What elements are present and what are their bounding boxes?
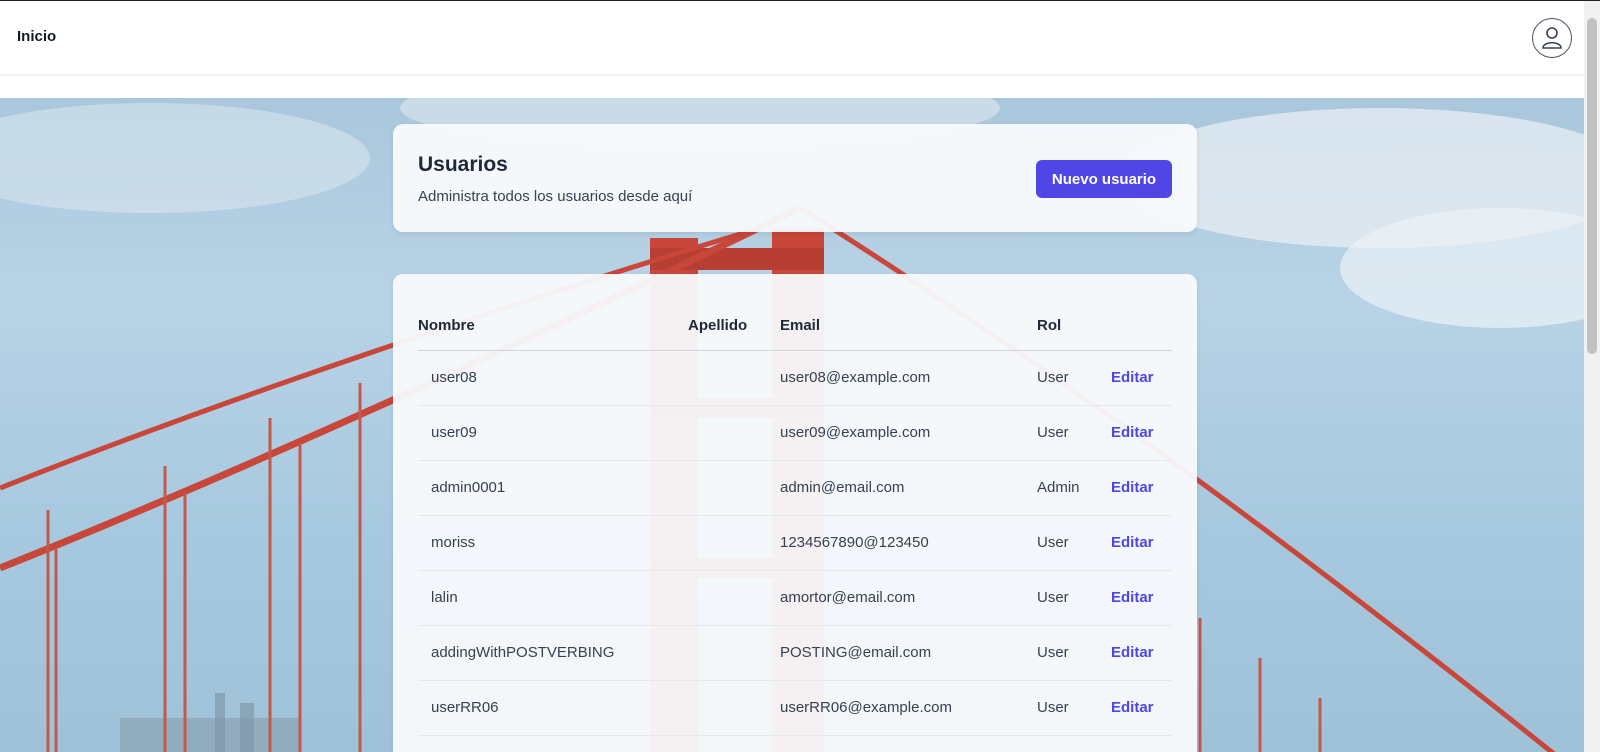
cell-name: user08 — [418, 350, 688, 406]
cell-lastname — [688, 515, 780, 571]
cell-lastname — [688, 570, 780, 626]
cell-action: Editar — [1111, 570, 1172, 626]
cell-email: POSTING@email.com — [780, 625, 1037, 681]
cell-lastname — [688, 625, 780, 681]
cell-lastname — [688, 405, 780, 461]
edit-link[interactable]: Editar — [1111, 589, 1154, 606]
cell-email: amortor@email.com — [780, 570, 1037, 626]
cell-role: User — [1037, 515, 1111, 571]
cell-email: userRR06@example.com — [780, 680, 1037, 736]
page-subtitle: Administra todos los usuarios desde aquí — [418, 188, 693, 205]
table-row: lalin amortor@email.com User Editar — [418, 570, 1172, 626]
cell-role: User — [1037, 625, 1111, 681]
cell-lastname — [688, 460, 780, 516]
cell-action: Editar — [1111, 350, 1172, 406]
cell-email: user09@example.com — [780, 405, 1037, 461]
cell-role: User — [1037, 680, 1111, 736]
table-row: addingWithPOSTVERBING POSTING@email.com … — [418, 625, 1172, 681]
column-header-role: Rol — [1037, 296, 1111, 351]
profile-button[interactable] — [1532, 18, 1572, 58]
cell-lastname — [688, 680, 780, 736]
edit-link[interactable]: Editar — [1111, 534, 1154, 551]
cell-email: 1234567890@123450 — [780, 515, 1037, 571]
table-row: admin0001 admin@email.com Admin Editar — [418, 460, 1172, 516]
cell-name: userRR06 — [418, 680, 688, 736]
column-header-lastname: Apellido — [688, 296, 780, 351]
cell-action: Editar — [1111, 680, 1172, 736]
edit-link[interactable]: Editar — [1111, 479, 1154, 496]
cell-role: Admin — [1037, 460, 1111, 516]
cell-lastname — [688, 350, 780, 406]
cell-action: Editar — [1111, 460, 1172, 516]
edit-link[interactable]: Editar — [1111, 369, 1154, 386]
table-row: moriss 1234567890@123450 User Editar — [418, 515, 1172, 571]
cell-role: User — [1037, 570, 1111, 626]
edit-link[interactable]: Editar — [1111, 699, 1154, 716]
cell-name: moriss — [418, 515, 688, 571]
users-table-card: Nombre Apellido Email Rol user08 user08@… — [393, 274, 1197, 752]
edit-link[interactable]: Editar — [1111, 644, 1154, 661]
cell-action: Editar — [1111, 515, 1172, 571]
edit-link[interactable]: Editar — [1111, 424, 1154, 441]
cell-name: user09 — [418, 405, 688, 461]
scrollbar-thumb[interactable] — [1587, 18, 1597, 354]
user-icon — [1542, 27, 1562, 49]
table-row: user08 user08@example.com User Editar — [418, 350, 1172, 406]
cell-name: addingWithPOSTVERBING — [418, 625, 688, 681]
table-row: userRR06 userRR06@example.com User Edita… — [418, 680, 1172, 736]
column-header-email: Email — [780, 296, 1037, 351]
table-row: user09 user09@example.com User Editar — [418, 405, 1172, 461]
cell-email: user08@example.com — [780, 350, 1037, 406]
page-title: Usuarios — [418, 153, 508, 176]
users-header-card: Usuarios Administra todos los usuarios d… — [393, 124, 1197, 232]
cell-email: admin@email.com — [780, 460, 1037, 516]
column-header-actions — [1111, 296, 1172, 351]
cell-action: Editar — [1111, 405, 1172, 461]
cell-name: admin0001 — [418, 460, 688, 516]
new-user-button[interactable]: Nuevo usuario — [1036, 160, 1172, 198]
nav-home-link[interactable]: Inicio — [17, 28, 56, 45]
cell-role: User — [1037, 405, 1111, 461]
cell-name: lalin — [418, 570, 688, 626]
table-header-row: Nombre Apellido Email Rol — [418, 296, 1172, 351]
column-header-name: Nombre — [418, 296, 688, 351]
cell-role: User — [1037, 350, 1111, 406]
page-scrollbar[interactable] — [1584, 1, 1600, 752]
cell-action: Editar — [1111, 625, 1172, 681]
navbar: Inicio — [0, 1, 1584, 74]
users-table: Nombre Apellido Email Rol user08 user08@… — [418, 296, 1172, 736]
